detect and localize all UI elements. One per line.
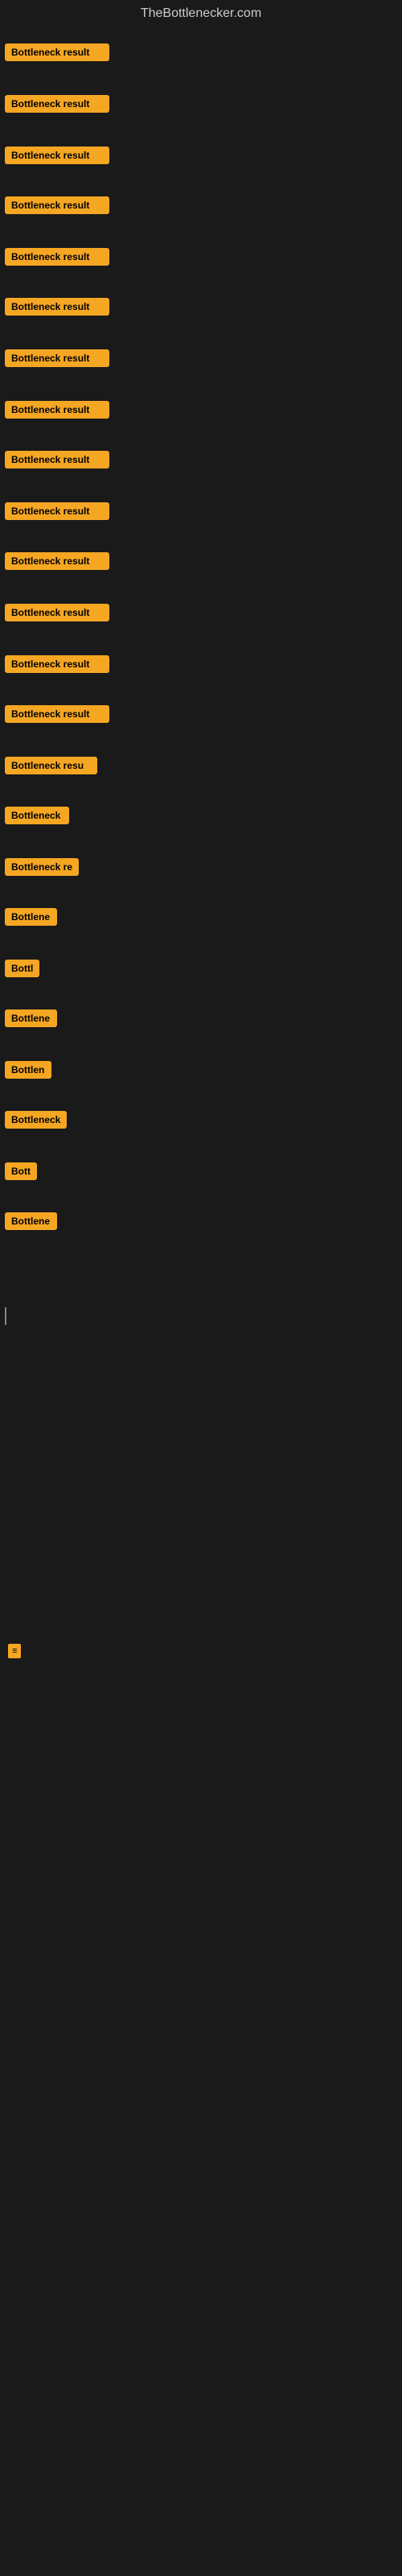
bottleneck-badge-22[interactable]: Bottleneck (5, 1111, 67, 1129)
bottleneck-badge-7[interactable]: Bottleneck result (5, 349, 109, 367)
bottleneck-item-17[interactable]: Bottleneck re (2, 853, 400, 881)
bottom-small-badge[interactable]: ≡ (8, 1644, 21, 1658)
bottleneck-item-6[interactable]: Bottleneck result (2, 293, 400, 320)
bottleneck-item-19[interactable]: Bottl (2, 955, 400, 982)
bottleneck-item-1[interactable]: Bottleneck result (2, 39, 400, 66)
bottleneck-item-7[interactable]: Bottleneck result (2, 345, 400, 372)
bottleneck-badge-5[interactable]: Bottleneck result (5, 248, 109, 266)
bottleneck-item-23[interactable]: Bott (2, 1158, 400, 1185)
bottleneck-badge-16[interactable]: Bottleneck (5, 807, 69, 824)
bottleneck-badge-2[interactable]: Bottleneck result (5, 95, 109, 113)
bottleneck-badge-11[interactable]: Bottleneck result (5, 552, 109, 570)
bottleneck-item-13[interactable]: Bottleneck result (2, 650, 400, 678)
bottleneck-badge-19[interactable]: Bottl (5, 960, 39, 977)
bottleneck-item-16[interactable]: Bottleneck (2, 802, 400, 829)
bottleneck-item-22[interactable]: Bottleneck (2, 1106, 400, 1133)
site-title: TheBottlenecker.com (0, 0, 402, 27)
bottleneck-item-11[interactable]: Bottleneck result (2, 547, 400, 575)
bottleneck-badge-13[interactable]: Bottleneck result (5, 655, 109, 673)
bottleneck-badge-21[interactable]: Bottlen (5, 1061, 51, 1079)
bottleneck-item-8[interactable]: Bottleneck result (2, 396, 400, 423)
bottleneck-badge-20[interactable]: Bottlene (5, 1009, 57, 1027)
bottleneck-item-4[interactable]: Bottleneck result (2, 192, 400, 219)
bottleneck-badge-8[interactable]: Bottleneck result (5, 401, 109, 419)
bottleneck-item-18[interactable]: Bottlene (2, 903, 400, 931)
bottleneck-item-20[interactable]: Bottlene (2, 1005, 400, 1032)
bottleneck-item-2[interactable]: Bottleneck result (2, 90, 400, 118)
bottleneck-badge-10[interactable]: Bottleneck result (5, 502, 109, 520)
bottleneck-badge-24[interactable]: Bottlene (5, 1212, 57, 1230)
bottleneck-badge-4[interactable]: Bottleneck result (5, 196, 109, 214)
bottleneck-item-10[interactable]: Bottleneck result (2, 497, 400, 525)
bottleneck-badge-18[interactable]: Bottlene (5, 908, 57, 926)
bottleneck-item-24[interactable]: Bottlene (2, 1208, 400, 1235)
bottleneck-item-14[interactable]: Bottleneck result (2, 700, 400, 728)
page-wrapper: TheBottlenecker.com Bottleneck result Bo… (0, 0, 402, 2576)
bottleneck-item-15[interactable]: Bottleneck resu (2, 752, 400, 779)
bottleneck-badge-1[interactable]: Bottleneck result (5, 43, 109, 61)
items-container: Bottleneck result Bottleneck result Bott… (0, 27, 402, 1240)
cursor-area (0, 1304, 402, 1328)
bottleneck-badge-3[interactable]: Bottleneck result (5, 147, 109, 164)
bottleneck-badge-6[interactable]: Bottleneck result (5, 298, 109, 316)
bottleneck-badge-14[interactable]: Bottleneck result (5, 705, 109, 723)
cursor-indicator (5, 1307, 6, 1325)
bottom-badge-area: ≡ (0, 1634, 402, 1668)
bottleneck-item-21[interactable]: Bottlen (2, 1056, 400, 1084)
bottleneck-badge-23[interactable]: Bott (5, 1162, 37, 1180)
bottleneck-badge-12[interactable]: Bottleneck result (5, 604, 109, 621)
bottleneck-item-5[interactable]: Bottleneck result (2, 243, 400, 270)
empty-space-2 (0, 1668, 402, 1926)
bottleneck-badge-9[interactable]: Bottleneck result (5, 451, 109, 469)
bottleneck-item-9[interactable]: Bottleneck result (2, 446, 400, 473)
empty-space-1 (0, 1328, 402, 1634)
bottleneck-item-3[interactable]: Bottleneck result (2, 142, 400, 169)
bottleneck-badge-17[interactable]: Bottleneck re (5, 858, 79, 876)
bottleneck-item-12[interactable]: Bottleneck result (2, 599, 400, 626)
bottleneck-badge-15[interactable]: Bottleneck resu (5, 757, 97, 774)
